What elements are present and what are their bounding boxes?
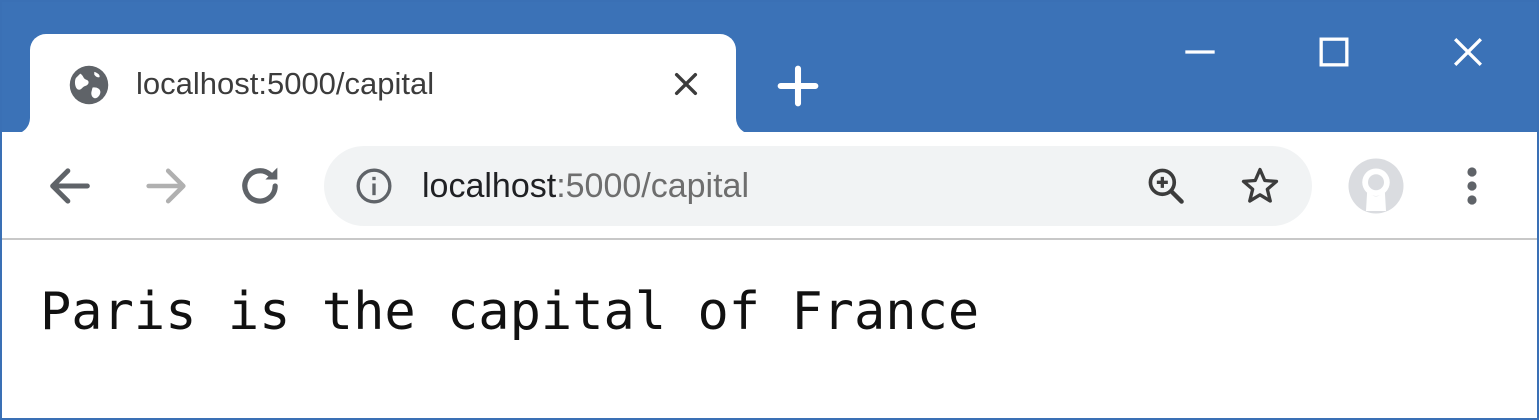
address-bar-url[interactable]: localhost:5000/capital [422,163,749,209]
page-content: Paris is the capital of France [2,240,1537,418]
page-body-text: Paris is the capital of France [40,282,980,342]
info-icon[interactable] [354,166,394,206]
reload-icon[interactable] [234,160,286,212]
zoom-in-icon[interactable] [1144,164,1188,208]
star-icon[interactable] [1238,164,1282,208]
avatar-icon[interactable] [1346,156,1406,216]
url-host: localhost [422,167,557,205]
kebab-menu-icon[interactable] [1452,162,1492,210]
browser-toolbar: localhost:5000/capital [2,132,1537,240]
tab-title: localhost:5000/capital [136,66,435,101]
browser-window: localhost:5000/capital localhost:5000/ca… [0,0,1539,420]
maximize-icon[interactable] [1312,30,1356,74]
plus-icon[interactable] [772,60,824,112]
window-close-icon[interactable] [1446,30,1490,74]
tab-active[interactable]: localhost:5000/capital [14,34,752,134]
arrow-right-icon[interactable] [140,160,192,212]
minimize-icon[interactable] [1178,30,1222,74]
tab-strip: localhost:5000/capital [2,2,1537,134]
url-path: :5000/capital [556,167,750,205]
address-bar[interactable]: localhost:5000/capital [324,146,1312,226]
close-icon[interactable] [670,68,702,100]
globe-icon [69,65,109,105]
arrow-left-icon[interactable] [44,160,96,212]
